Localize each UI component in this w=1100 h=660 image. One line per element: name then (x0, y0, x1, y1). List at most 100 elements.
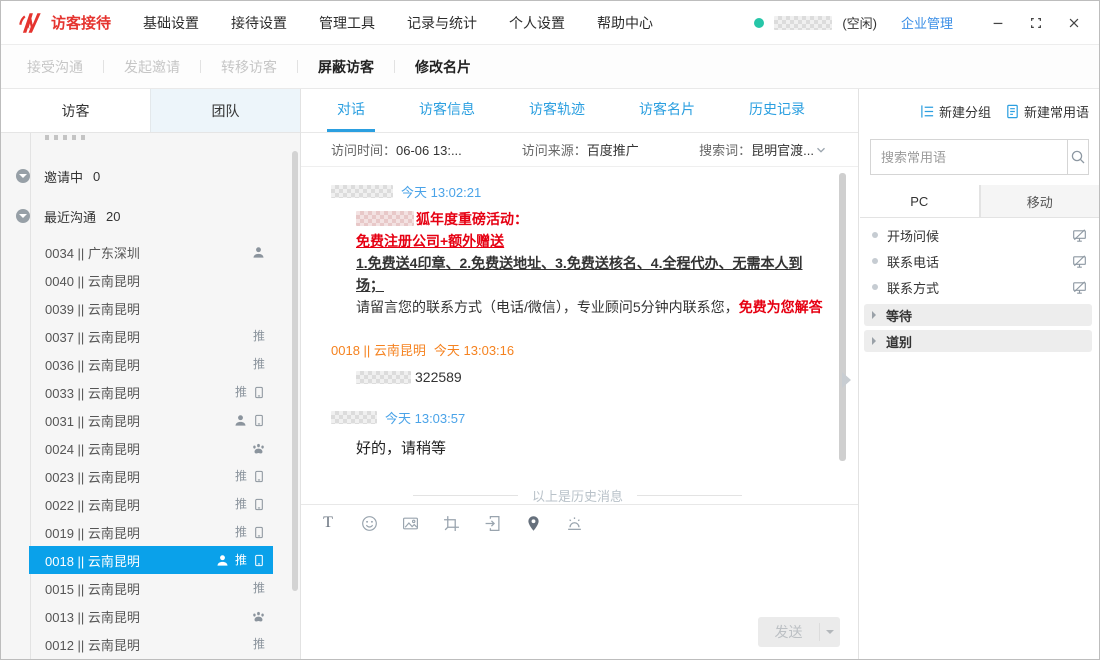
phrase-label: 开场问候 (887, 226, 1072, 245)
sender-name-redacted (331, 411, 377, 424)
nav-item[interactable]: 个人设置 (509, 13, 565, 33)
visitor-row[interactable]: 0023 || 云南昆明推 (29, 462, 273, 490)
new-group-button[interactable]: 新建分组 (920, 102, 991, 121)
message-agent-reply: 今天 13:03:57 好的，请稍等 (331, 408, 824, 460)
promo-badge: 推 (253, 330, 265, 342)
visitor-row[interactable]: 0039 || 云南昆明 (29, 294, 273, 322)
chat-tab-历史记录[interactable]: 历史记录 (739, 89, 815, 132)
chat-panel: 对话访客信息访客轨迹访客名片历史记录 访问时间：06-06 13:... 访问来… (301, 89, 859, 659)
collapse-panel-handle[interactable] (842, 372, 859, 388)
visitor-group-header[interactable]: 最近沟通20 (16, 206, 300, 226)
phone-icon (253, 414, 265, 427)
phrase-group-collapsed[interactable]: 道别 (864, 330, 1092, 352)
redacted-text (356, 371, 411, 384)
new-group-icon (920, 104, 935, 119)
paw-icon (252, 610, 265, 623)
message-time: 今天 13:03:57 (385, 408, 465, 427)
nav-item[interactable]: 接待设置 (231, 13, 287, 33)
visitor-row[interactable]: 0022 || 云南昆明推 (29, 490, 273, 518)
nav-item[interactable]: 帮助中心 (597, 13, 653, 33)
caret-down-icon (16, 209, 30, 223)
sender-name-redacted (331, 185, 393, 198)
visitor-badges: 推 (253, 358, 265, 370)
image-icon[interactable] (401, 514, 419, 532)
minimize-button[interactable] (991, 16, 1005, 30)
visitor-badges: 推 (235, 386, 265, 399)
send-button[interactable]: 发送 (758, 617, 840, 647)
visitor-label: 0040 || 云南昆明 (45, 271, 265, 290)
nav-item[interactable]: 基础设置 (143, 13, 199, 33)
visitor-badges (252, 442, 265, 455)
chat-tab-对话[interactable]: 对话 (327, 89, 375, 132)
sidebar-tab[interactable]: 团队 (150, 89, 300, 132)
device-tab[interactable]: 移动 (980, 185, 1100, 217)
emoji-icon[interactable] (360, 514, 378, 532)
visitor-row[interactable]: 0019 || 云南昆明推 (29, 518, 273, 546)
monitor-off-icon[interactable] (1072, 254, 1087, 269)
screenshot-crop-icon[interactable] (442, 514, 460, 532)
visitor-group-header[interactable]: 邀请中0 (16, 166, 300, 186)
visitor-row[interactable]: 0033 || 云南昆明推 (29, 378, 273, 406)
action-button: 发起邀请 (124, 57, 180, 77)
font-icon[interactable]: T (319, 514, 337, 532)
chat-tab-访客轨迹[interactable]: 访客轨迹 (519, 89, 595, 132)
send-options-caret-icon[interactable] (820, 626, 840, 638)
phrase-label: 联系方式 (887, 278, 1072, 297)
visitor-row[interactable]: 0037 || 云南昆明推 (29, 322, 273, 350)
visitor-row[interactable]: 0024 || 云南昆明 (29, 434, 273, 462)
clipped-list-item (45, 135, 85, 140)
message-body: 狐年度重磅活动： 免费注册公司+额外赠送 1.免费送4印章、2.免费送地址、3.… (356, 208, 824, 318)
sidebar-tab[interactable]: 访客 (1, 89, 150, 132)
monitor-off-icon[interactable] (1072, 280, 1087, 295)
common-phrases-panel: 新建分组 新建常用语 PC移动 开场问候联系电话联系方式 等待道别 (860, 89, 1099, 659)
action-divider (103, 60, 104, 73)
monitor-off-icon[interactable] (1072, 228, 1087, 243)
device-tab[interactable]: PC (860, 185, 980, 217)
visitor-badges: 推 (253, 330, 265, 342)
chevron-down-icon[interactable] (814, 143, 828, 157)
phrase-search-input[interactable] (871, 140, 1067, 174)
nav-item[interactable]: 记录与统计 (407, 13, 477, 33)
close-button[interactable] (1067, 16, 1081, 30)
phrase-group-collapsed[interactable]: 等待 (864, 304, 1092, 326)
chat-tab-访客信息[interactable]: 访客信息 (409, 89, 485, 132)
nav-item[interactable]: 管理工具 (319, 13, 375, 33)
visitor-row[interactable]: 0031 || 云南昆明 (29, 406, 273, 434)
visitor-label: 0039 || 云南昆明 (45, 299, 265, 318)
search-button[interactable] (1067, 140, 1088, 174)
paw-icon (252, 442, 265, 455)
action-button[interactable]: 屏蔽访客 (318, 57, 374, 77)
visitor-row[interactable]: 0036 || 云南昆明推 (29, 350, 273, 378)
phrase-item[interactable]: 开场问候 (860, 222, 1099, 248)
phrase-searchbox (870, 139, 1089, 175)
phrase-item[interactable]: 联系方式 (860, 274, 1099, 300)
new-phrase-button[interactable]: 新建常用语 (1005, 102, 1089, 121)
visitor-label: 0019 || 云南昆明 (45, 523, 235, 542)
phrase-item[interactable]: 联系电话 (860, 248, 1099, 274)
maximize-button[interactable] (1029, 16, 1043, 30)
visitor-row[interactable]: 0015 || 云南昆明推 (29, 574, 273, 602)
visitor-row[interactable]: 0034 || 广东深圳 (29, 238, 273, 266)
action-toolbar: 接受沟通发起邀请转移访客屏蔽访客修改名片 (1, 45, 1099, 89)
visitor-row[interactable]: 0012 || 云南昆明推 (29, 630, 273, 658)
visitor-badges (252, 246, 265, 259)
location-icon[interactable] (524, 514, 542, 532)
phrase-group-label: 等待 (886, 306, 912, 325)
visitor-row[interactable]: 0040 || 云南昆明 (29, 266, 273, 294)
visitor-row[interactable]: 0018 || 云南昆明推 (29, 546, 273, 574)
visitor-list: 0034 || 广东深圳 0040 || 云南昆明 0039 || 云南昆明 0037… (1, 238, 300, 658)
group-label: 邀请中 (44, 167, 83, 186)
chat-scrollbar[interactable] (839, 173, 846, 461)
action-button[interactable]: 修改名片 (415, 57, 471, 77)
message-time: 今天 13:02:21 (401, 182, 481, 201)
message-body: 322589 (356, 366, 824, 388)
file-transfer-icon[interactable] (483, 514, 501, 532)
promo-badge: 推 (253, 582, 265, 594)
alarm-icon[interactable] (565, 514, 583, 532)
enterprise-admin-link[interactable]: 企业管理 (901, 13, 953, 32)
sidebar-body: 邀请中0 最近沟通20 0034 || 广东深圳 0040 || 云南昆明 0039 … (1, 133, 300, 659)
visitor-label: 0031 || 云南昆明 (45, 411, 234, 430)
chat-tab-访客名片[interactable]: 访客名片 (629, 89, 705, 132)
sidebar-scrollbar[interactable] (292, 151, 298, 591)
visitor-row[interactable]: 0013 || 云南昆明 (29, 602, 273, 630)
